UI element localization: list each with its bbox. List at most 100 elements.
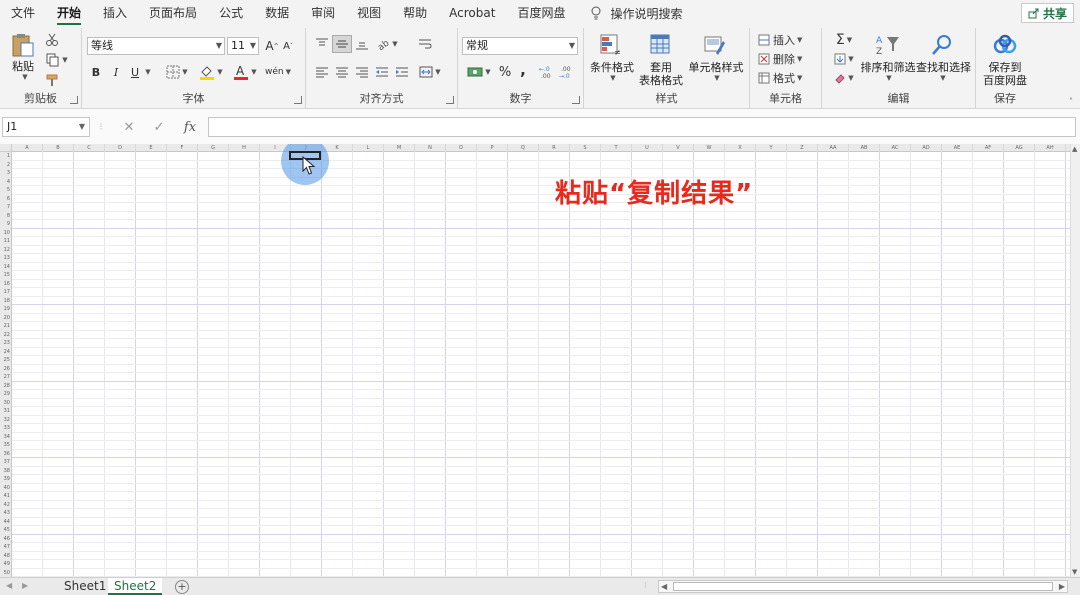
format-painter-icon[interactable] [44,73,60,87]
row-header-6[interactable]: 6 [0,195,12,204]
grow-font-icon[interactable]: A ^ [265,38,279,54]
copy-icon[interactable]: ▼ [44,53,70,67]
row-header-23[interactable]: 23 [0,339,12,348]
row-header-12[interactable]: 12 [0,246,12,255]
row-header-34[interactable]: 34 [0,433,12,442]
column-header-x[interactable]: X [725,144,756,152]
column-header-z[interactable]: Z [787,144,818,152]
conditional-dropdown-icon[interactable]: ▼ [607,74,617,82]
row-header-17[interactable]: 17 [0,288,12,297]
cell-styles-icon[interactable] [702,32,728,58]
format-cells-button[interactable]: 格式 ▼ [758,70,820,86]
accounting-format-icon[interactable]: ▼ [464,64,494,80]
column-header-n[interactable]: N [415,144,446,152]
name-box[interactable]: J1 ▼ [2,117,90,137]
row-header-20[interactable]: 20 [0,314,12,323]
column-header-ah[interactable]: AH [1035,144,1066,152]
insert-function-button[interactable]: fx [178,117,202,137]
underline-dropdown-icon[interactable]: ▼ [142,64,152,80]
row-header-48[interactable]: 48 [0,552,12,561]
row-header-33[interactable]: 33 [0,424,12,433]
percent-style-button[interactable]: % [498,64,512,80]
decrease-decimal-icon[interactable]: .00 →.0 [558,64,576,80]
paste-dropdown-icon[interactable]: ▼ [19,73,29,81]
tab-home[interactable]: 开始 [46,0,92,26]
comma-style-button[interactable]: , [516,61,530,79]
italic-button[interactable]: I [109,64,123,80]
prev-sheet-icon[interactable]: ◀ [6,581,12,590]
column-header-f[interactable]: F [167,144,198,152]
row-header-14[interactable]: 14 [0,263,12,272]
cell-styles-dropdown-icon[interactable]: ▼ [711,74,721,82]
column-header-v[interactable]: V [663,144,694,152]
row-header-5[interactable]: 5 [0,186,12,195]
sheet-tab-sheet1[interactable]: Sheet1 [58,578,112,595]
tab-file[interactable]: 文件 [0,0,46,26]
autosum-icon[interactable]: Σ ▼ [830,32,858,48]
find-select-icon[interactable] [928,32,956,58]
paste-button[interactable] [8,32,38,58]
delete-cells-button[interactable]: 删除 ▼ [758,51,820,67]
row-header-44[interactable]: 44 [0,518,12,527]
font-color-icon[interactable]: A ▼ [232,64,258,80]
row-header-2[interactable]: 2 [0,161,12,170]
decrease-indent-icon[interactable] [374,64,390,80]
number-launcher-icon[interactable] [572,96,580,104]
row-header-30[interactable]: 30 [0,399,12,408]
formula-input[interactable] [208,117,1076,137]
align-middle-icon[interactable] [332,35,352,53]
tab-split-icon[interactable]: ⁝ [644,581,647,590]
column-header-b[interactable]: B [43,144,74,152]
row-header-37[interactable]: 37 [0,458,12,467]
column-header-ad[interactable]: AD [911,144,942,152]
font-name-combo[interactable]: 等线 ▼ [87,37,225,55]
fill-color-icon[interactable]: ▼ [198,64,224,80]
insert-cells-button[interactable]: 插入 ▼ [758,32,820,48]
column-header-e[interactable]: E [136,144,167,152]
row-header-3[interactable]: 3 [0,169,12,178]
row-header-18[interactable]: 18 [0,297,12,306]
row-header-8[interactable]: 8 [0,212,12,221]
column-header-ab[interactable]: AB [849,144,880,152]
tab-insert[interactable]: 插入 [92,0,138,26]
find-select-dropdown-icon[interactable]: ▼ [937,74,947,82]
increase-indent-icon[interactable] [394,64,410,80]
add-sheet-button[interactable]: + [175,580,189,594]
alignment-launcher-icon[interactable] [446,96,454,104]
next-sheet-icon[interactable]: ▶ [22,581,28,590]
column-header-ac[interactable]: AC [880,144,911,152]
column-header-y[interactable]: Y [756,144,787,152]
column-header-af[interactable]: AF [973,144,1004,152]
column-header-s[interactable]: S [570,144,601,152]
align-right-icon[interactable] [354,64,370,80]
column-header-m[interactable]: M [384,144,415,152]
column-header-aa[interactable]: AA [818,144,849,152]
border-icon[interactable]: ▼ [164,64,190,80]
merge-center-icon[interactable]: ▼ [416,64,444,80]
column-header-r[interactable]: R [539,144,570,152]
underline-button[interactable]: U [128,64,142,80]
row-header-42[interactable]: 42 [0,501,12,510]
collapse-ribbon-icon[interactable]: ˄ [1066,96,1076,106]
column-header-ag[interactable]: AG [1004,144,1035,152]
share-button[interactable]: 共享 [1020,3,1074,23]
cancel-icon[interactable]: ✕ [118,117,140,137]
row-header-28[interactable]: 28 [0,382,12,391]
column-header-h[interactable]: H [229,144,260,152]
column-header-o[interactable]: O [446,144,477,152]
row-header-45[interactable]: 45 [0,526,12,535]
align-bottom-icon[interactable] [354,36,370,52]
column-header-c[interactable]: C [74,144,105,152]
cells-area[interactable] [12,152,1070,577]
row-header-36[interactable]: 36 [0,450,12,459]
row-header-24[interactable]: 24 [0,348,12,357]
horizontal-scroll-thumb[interactable] [673,582,1053,591]
scroll-down-icon[interactable]: ▼ [1072,568,1077,576]
row-header-7[interactable]: 7 [0,203,12,212]
format-as-table-icon[interactable] [648,32,674,58]
select-all-corner[interactable] [0,144,12,152]
row-header-16[interactable]: 16 [0,280,12,289]
row-header-21[interactable]: 21 [0,322,12,331]
column-header-d[interactable]: D [105,144,136,152]
increase-decimal-icon[interactable]: ←.0.00 [538,64,556,80]
